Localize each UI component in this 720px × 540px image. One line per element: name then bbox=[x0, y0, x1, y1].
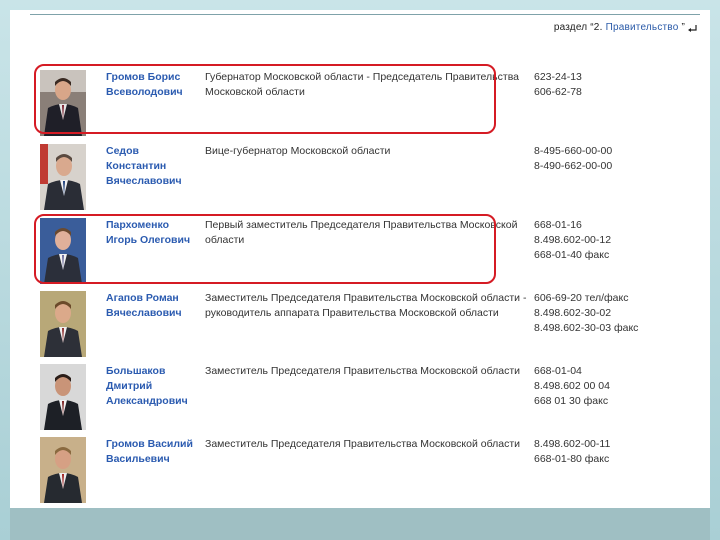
breadcrumb: раздел “2. Правительство ” bbox=[554, 22, 698, 33]
highlight-frame bbox=[34, 214, 496, 284]
official-phones: 668-01-04 8.498.602 00 04 668 01 30 факс bbox=[534, 364, 664, 409]
official-photo bbox=[40, 364, 86, 430]
phone-number: 606-69-20 тел/факс bbox=[534, 292, 629, 304]
official-name[interactable]: Громов Василий Васильевич bbox=[106, 437, 201, 467]
official-phones: 8-495-660-00-00 8-490-662-00-00 bbox=[534, 144, 664, 174]
official-name-line: Константин bbox=[106, 160, 167, 172]
official-phones: 8.498.602-00-11 668-01-80 факс bbox=[534, 437, 664, 467]
breadcrumb-section-link[interactable]: Правительство bbox=[606, 22, 679, 33]
phone-number: 668 01 30 факс bbox=[534, 395, 609, 407]
official-name-line: Александрович bbox=[106, 395, 188, 407]
phone-number: 8.498.602 00 04 bbox=[534, 380, 610, 392]
official-row: Агапов Роман Вячеславович Заместитель Пр… bbox=[40, 291, 660, 361]
phone-number: 8.498.602-30-02 bbox=[534, 307, 612, 319]
phone-number: 668-01-16 bbox=[534, 219, 582, 231]
official-row: Седов Константин Вячеславович Вице-губер… bbox=[40, 144, 660, 214]
official-name-line: Громов Василий bbox=[106, 438, 193, 450]
official-name-line: Большаков bbox=[106, 365, 166, 377]
official-name-line: Дмитрий bbox=[106, 380, 153, 392]
official-name-line: Васильевич bbox=[106, 453, 170, 465]
official-name[interactable]: Большаков Дмитрий Александрович bbox=[106, 364, 201, 409]
official-name[interactable]: Агапов Роман Вячеславович bbox=[106, 291, 201, 321]
phone-number: 668-01-40 факс bbox=[534, 249, 610, 261]
phone-number: 8.498.602-00-11 bbox=[534, 438, 611, 450]
official-position: Заместитель Председателя Правительства М… bbox=[205, 292, 527, 319]
phone-number: 623-24-13 bbox=[534, 71, 582, 83]
bottom-band bbox=[10, 508, 710, 540]
phone-number: 8-490-662-00-00 bbox=[534, 160, 613, 172]
official-phones: 668-01-16 8.498.602-00-12 668-01-40 факс bbox=[534, 218, 664, 263]
official-row: Громов Василий Васильевич Заместитель Пр… bbox=[40, 437, 660, 507]
phone-number: 668-01-04 bbox=[534, 365, 582, 377]
phone-number: 668-01-80 факс bbox=[534, 453, 610, 465]
official-name-line: Вячеславович bbox=[106, 175, 182, 187]
breadcrumb-prefix: раздел “2. bbox=[553, 22, 603, 33]
official-photo bbox=[40, 437, 86, 503]
official-position: Заместитель Председателя Правительства М… bbox=[205, 365, 521, 377]
official-row: Большаков Дмитрий Александрович Заместит… bbox=[40, 364, 660, 434]
official-phones: 623-24-13 606-62-78 bbox=[534, 70, 664, 100]
breadcrumb-suffix: ” bbox=[681, 22, 685, 33]
official-name[interactable]: Седов Константин Вячеславович bbox=[106, 144, 201, 189]
phone-number: 606-62-78 bbox=[534, 86, 582, 98]
official-name-line: Седов bbox=[106, 145, 139, 157]
official-phones: 606-69-20 тел/факс 8.498.602-30-02 8.498… bbox=[534, 291, 664, 336]
official-name-line: Вячеславович bbox=[106, 307, 182, 319]
official-name-line: Агапов Роман bbox=[106, 292, 179, 304]
phone-number: 8.498.602-30-03 факс bbox=[534, 322, 639, 334]
official-photo bbox=[40, 144, 86, 210]
phone-number: 8.498.602-00-12 bbox=[534, 234, 612, 246]
official-position: Вице-губернатор Московской области bbox=[205, 145, 391, 157]
official-position: Заместитель Председателя Правительства М… bbox=[205, 438, 521, 450]
highlight-frame bbox=[34, 64, 496, 134]
phone-number: 8-495-660-00-00 bbox=[534, 145, 613, 157]
official-photo bbox=[40, 291, 86, 357]
return-arrow-icon[interactable] bbox=[688, 24, 698, 32]
header-divider bbox=[30, 14, 700, 15]
